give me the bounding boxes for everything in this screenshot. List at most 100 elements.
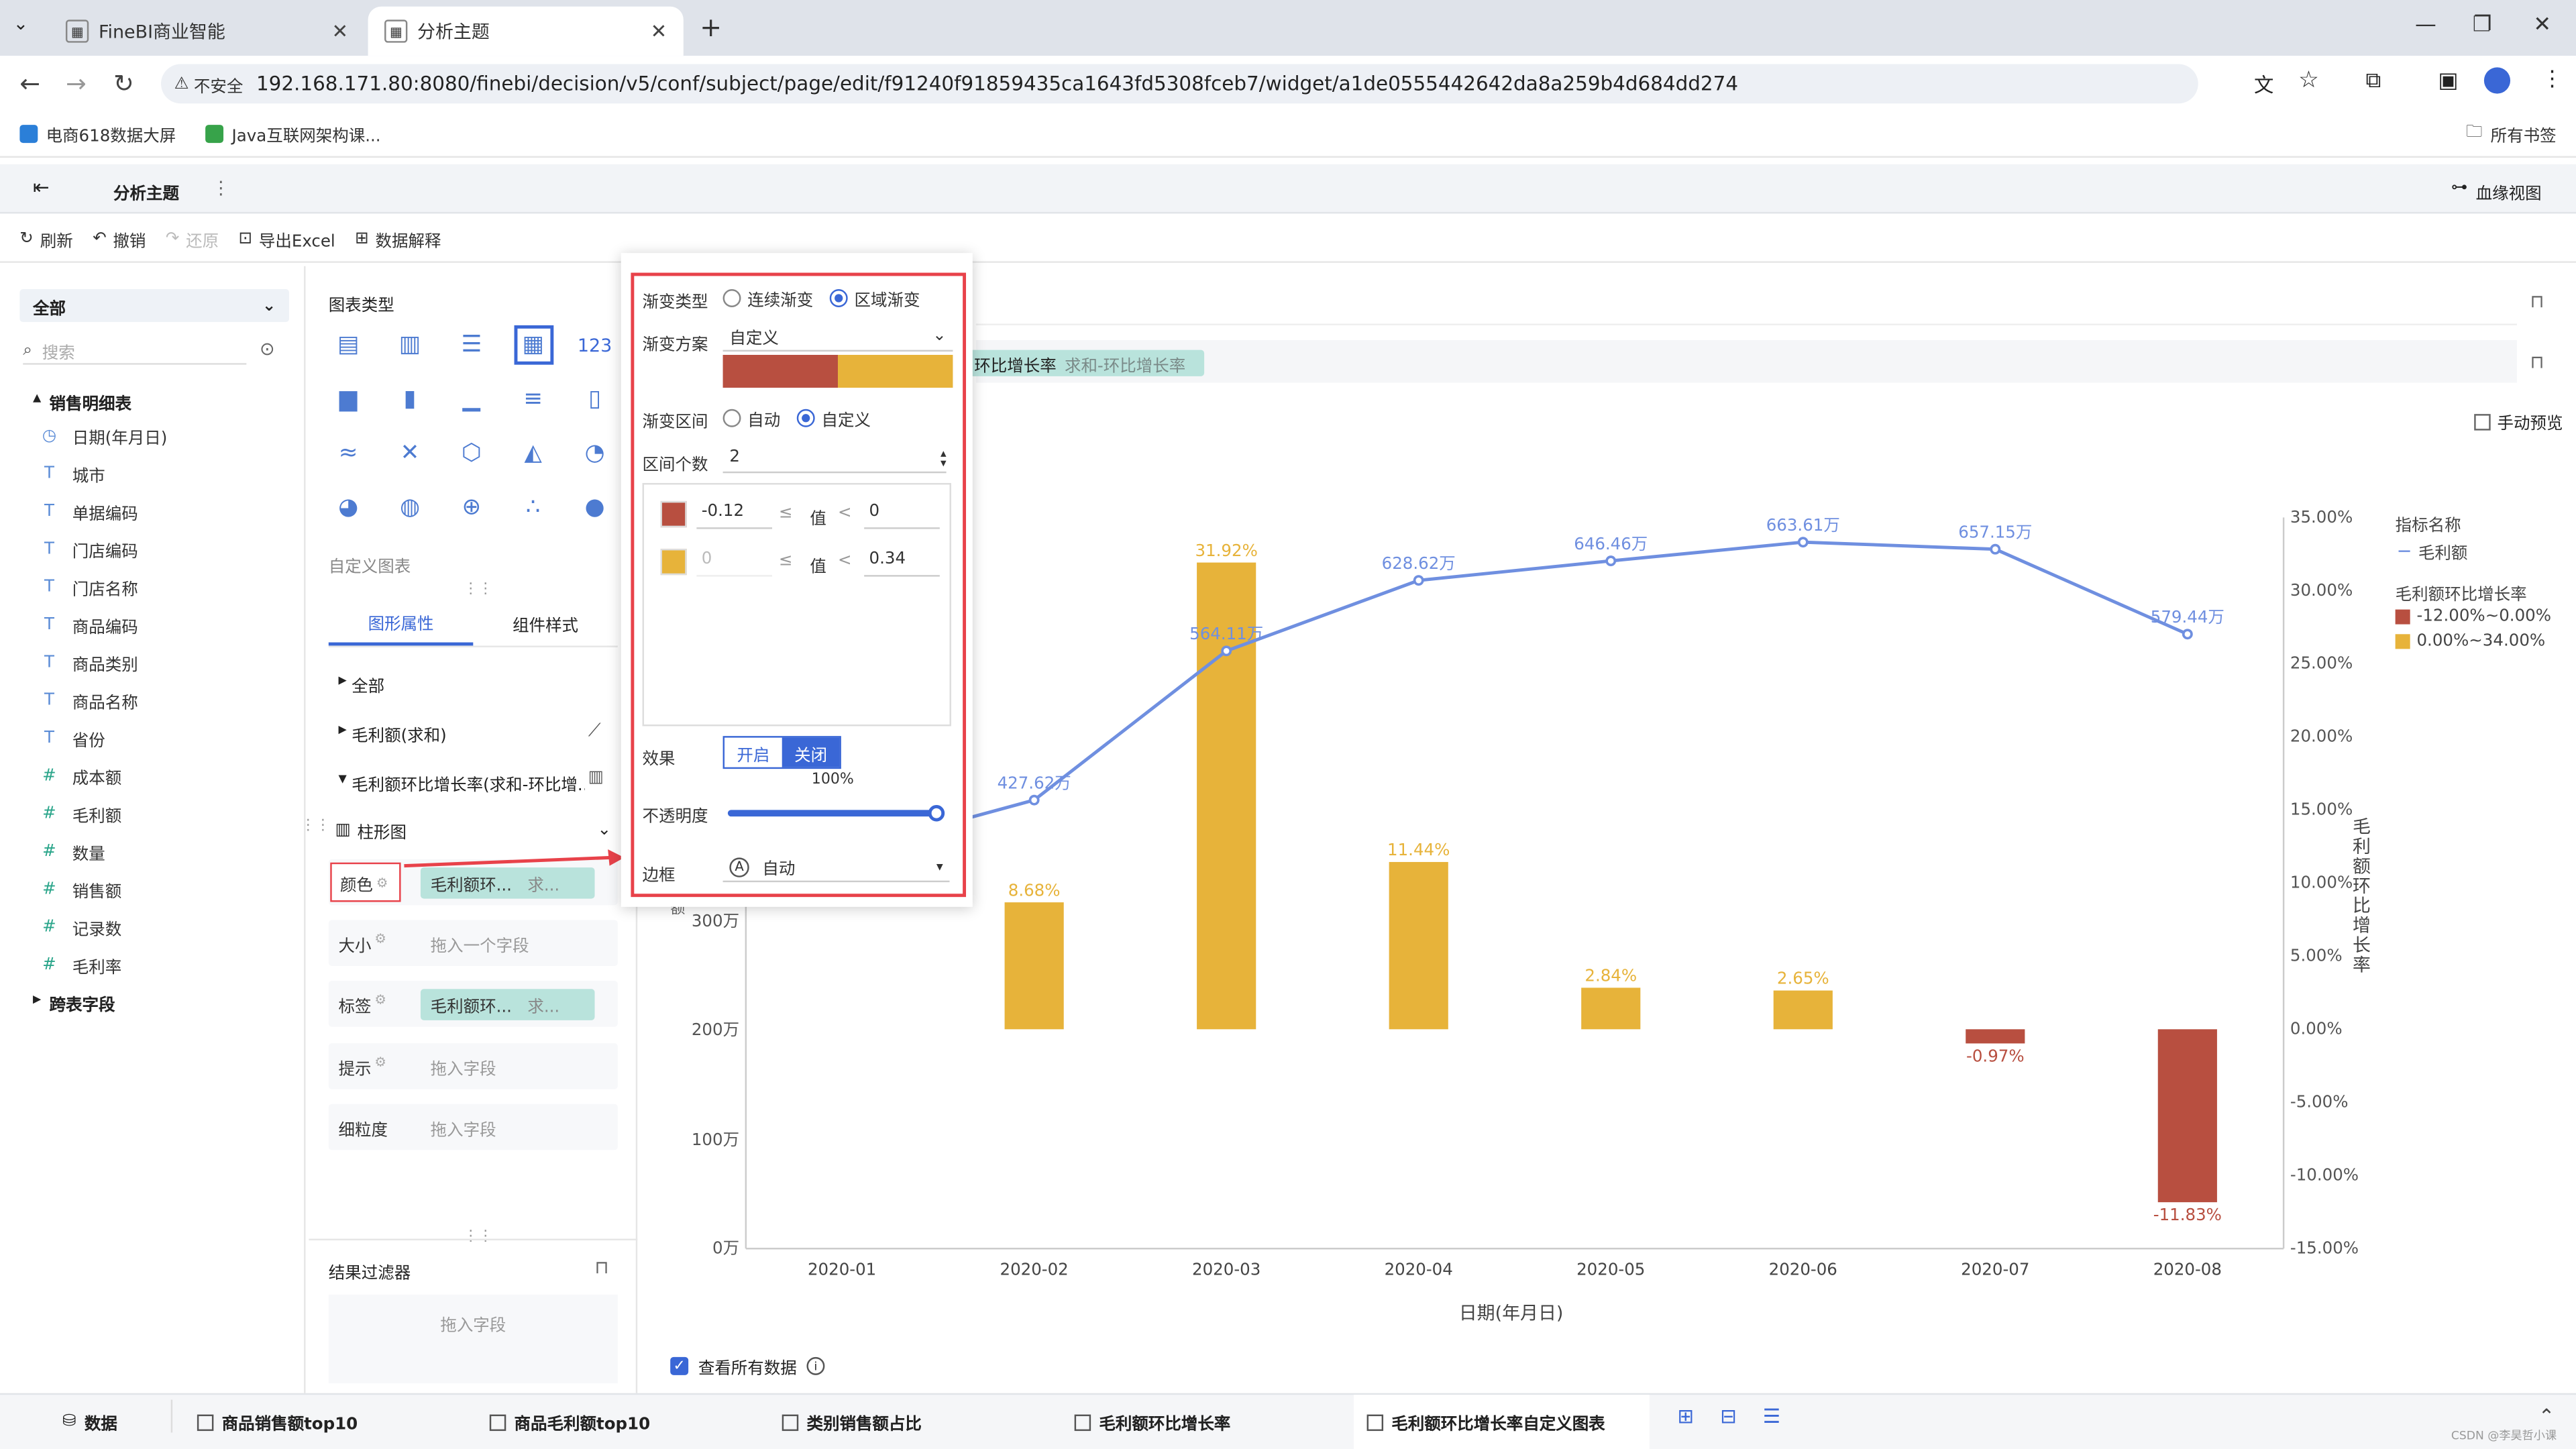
- scope-select[interactable]: 全部 ⌄: [19, 289, 290, 323]
- rose-chart-icon[interactable]: ◍: [394, 491, 427, 524]
- sidebar-icon[interactable]: ▣: [2438, 69, 2458, 94]
- tab-component-style[interactable]: 组件样式: [473, 600, 618, 646]
- redo-button[interactable]: ↷ 还原: [166, 227, 219, 252]
- lineage-view-button[interactable]: ⊶ 血缘视图: [2451, 179, 2542, 204]
- tree-all[interactable]: ▸ 全部: [338, 672, 384, 697]
- detail-table-chart-icon[interactable]: ☰: [455, 329, 488, 362]
- gauge-chart-icon[interactable]: ◔: [578, 437, 611, 470]
- bubble-chart-icon[interactable]: ●: [578, 491, 611, 524]
- field-item[interactable]: T 单据编码: [40, 499, 138, 524]
- label-field-chip[interactable]: 毛利额环... 求...: [420, 988, 595, 1020]
- opacity-slider-handle[interactable]: [928, 805, 945, 822]
- export-excel-button[interactable]: ⊡ 导出Excel: [239, 227, 335, 252]
- radio-region[interactable]: 区域渐变: [829, 286, 920, 311]
- range-color-swatch[interactable]: [660, 548, 687, 576]
- profile-avatar[interactable]: [2483, 67, 2511, 94]
- stacked-bar-chart-icon[interactable]: ▮: [394, 383, 427, 416]
- field-item[interactable]: T 商品名称: [40, 688, 138, 713]
- field-item[interactable]: T 城市: [40, 462, 105, 486]
- add-dashboard-icon[interactable]: ⊟: [1720, 1405, 1737, 1428]
- refresh-button[interactable]: ↻ 刷新: [19, 227, 72, 252]
- field-item[interactable]: T 商品编码: [40, 612, 138, 637]
- url-box[interactable]: ⚠ 不安全 192.168.171.80:8080/finebi/decision…: [161, 64, 2198, 104]
- field-item[interactable]: T 商品类别: [40, 651, 138, 676]
- field-item[interactable]: # 销售额: [40, 877, 121, 902]
- table-node[interactable]: ▴ 销售明细表: [33, 389, 131, 414]
- info-icon[interactable]: i: [806, 1356, 825, 1375]
- reload-icon[interactable]: ↻: [113, 69, 134, 99]
- custom-chart-chart-icon[interactable]: ▦: [513, 325, 553, 365]
- all-bookmarks[interactable]: 🗀 所有书签: [2466, 120, 2557, 148]
- radar-chart-icon[interactable]: ⊕: [455, 491, 488, 524]
- extensions-icon[interactable]: ⧉: [2366, 69, 2381, 94]
- field-item[interactable]: # 毛利率: [40, 953, 121, 977]
- field-item[interactable]: T 门店编码: [40, 537, 138, 562]
- legend-item-line[interactable]: 毛利额: [2398, 539, 2467, 564]
- range-to-input[interactable]: 0.34: [864, 550, 940, 577]
- close-window-icon[interactable]: ✕: [2533, 13, 2551, 38]
- drag-handle-icon[interactable]: ⋮⋮: [464, 1229, 493, 1245]
- browser-tab-subject[interactable]: ▦ 分析主题 ✕: [368, 6, 684, 56]
- browser-tab-finebi[interactable]: ▦ FineBI商业智能 ✕: [49, 7, 364, 56]
- insecure-indicator[interactable]: ⚠ 不安全: [174, 72, 244, 96]
- tab-list-chevron-icon[interactable]: ⌄: [13, 13, 29, 35]
- range-bar-chart-icon[interactable]: ▯: [578, 383, 611, 416]
- tab-category-share[interactable]: 类别销售额占比: [782, 1409, 922, 1434]
- tab-sales-top10[interactable]: 商品销售额top10: [197, 1409, 358, 1434]
- stacked-area-chart-icon[interactable]: ◭: [517, 437, 549, 470]
- undo-button[interactable]: ↶ 撤销: [93, 227, 146, 252]
- column-chart-icon[interactable]: ▁: [455, 383, 488, 416]
- new-tab-icon[interactable]: +: [700, 11, 722, 43]
- label-shelf[interactable]: 标签 ⚙ 毛利额环... 求...: [328, 981, 618, 1027]
- tree-profit-sum[interactable]: ▸ 毛利额(求和): [338, 721, 446, 746]
- scatter-chart-icon[interactable]: ∴: [517, 491, 549, 524]
- effect-off-button[interactable]: 关闭: [782, 737, 840, 767]
- drag-handle-icon[interactable]: ⋮⋮: [464, 582, 493, 598]
- field-search[interactable]: ⌕ 搜索: [23, 338, 247, 365]
- chart-field-chip[interactable]: 环比增长率 求和-环比增长率: [969, 350, 1205, 376]
- result-filter-dropzone[interactable]: 拖入字段: [328, 1294, 618, 1384]
- border-select[interactable]: A 自动 ▾: [722, 853, 950, 883]
- show-all-data-checkbox[interactable]: ✓ 查看所有数据 i: [670, 1354, 825, 1379]
- add-component-icon[interactable]: ⊞: [1677, 1405, 1694, 1428]
- bar-chart-icon[interactable]: ≡: [517, 383, 549, 416]
- field-item[interactable]: ◷ 日期(年月日): [40, 424, 168, 449]
- grouped-bar-chart-icon[interactable]: ▆: [332, 383, 365, 416]
- radio-custom[interactable]: 自定义: [796, 406, 871, 431]
- field-item[interactable]: # 成本额: [40, 764, 121, 789]
- range-to-input[interactable]: 0: [864, 502, 940, 529]
- filter-lock-icon[interactable]: ⊓: [595, 1256, 609, 1278]
- collapse-icon[interactable]: ⇤: [33, 176, 50, 199]
- data-explain-button[interactable]: ⊞ 数据解释: [355, 227, 441, 252]
- radio-auto[interactable]: 自动: [722, 406, 780, 431]
- tab-growth-rate-custom[interactable]: 毛利额环比增长率自定义图表: [1366, 1409, 1605, 1434]
- effect-on-button[interactable]: 开启: [724, 738, 782, 767]
- menu-kebab-icon[interactable]: ⋮: [2542, 67, 2563, 92]
- tab-data[interactable]: ⛁ 数据: [62, 1409, 117, 1434]
- radio-continuous[interactable]: 连续渐变: [722, 286, 813, 311]
- bookmark-star-icon[interactable]: ☆: [2298, 67, 2319, 93]
- manual-preview-checkbox[interactable]: 手动预览: [2474, 409, 2563, 434]
- tooltip-shelf[interactable]: 提示 ⚙ 拖入字段: [328, 1043, 618, 1089]
- more-options-icon[interactable]: ⊙: [260, 338, 275, 360]
- field-item[interactable]: T 省份: [40, 726, 105, 751]
- bookmark-item[interactable]: Java互联网架构课...: [205, 121, 381, 146]
- field-item[interactable]: # 记录数: [40, 915, 121, 940]
- tab-profit-top10[interactable]: 商品毛利额top10: [489, 1409, 650, 1434]
- effect-toggle[interactable]: 开启 关闭: [722, 736, 841, 769]
- panel-toggle-icon[interactable]: ⊓: [2530, 352, 2544, 373]
- line-chart-icon[interactable]: ✕: [394, 437, 427, 470]
- count-stepper[interactable]: 2 ▴ ▾: [722, 443, 947, 474]
- hexagon-chart-icon[interactable]: ⬡: [455, 437, 488, 470]
- size-shelf[interactable]: 大小 ⚙ 拖入一个字段: [328, 920, 618, 967]
- field-item[interactable]: T 门店名称: [40, 575, 138, 600]
- granularity-shelf[interactable]: 细粒度 拖入字段: [328, 1104, 618, 1150]
- tab-growth-rate[interactable]: 毛利额环比增长率: [1074, 1409, 1230, 1434]
- stepper-arrows-icon[interactable]: ▴ ▾: [941, 447, 947, 468]
- pie-chart-icon[interactable]: ◕: [332, 491, 365, 524]
- more-icon[interactable]: ⋮: [212, 177, 230, 199]
- range-color-swatch[interactable]: [660, 500, 687, 528]
- bookmark-item[interactable]: 电商618数据大屏: [19, 121, 176, 146]
- cross-table-node[interactable]: ▸ 跨表字段: [33, 991, 115, 1016]
- minimize-icon[interactable]: —: [2415, 13, 2436, 38]
